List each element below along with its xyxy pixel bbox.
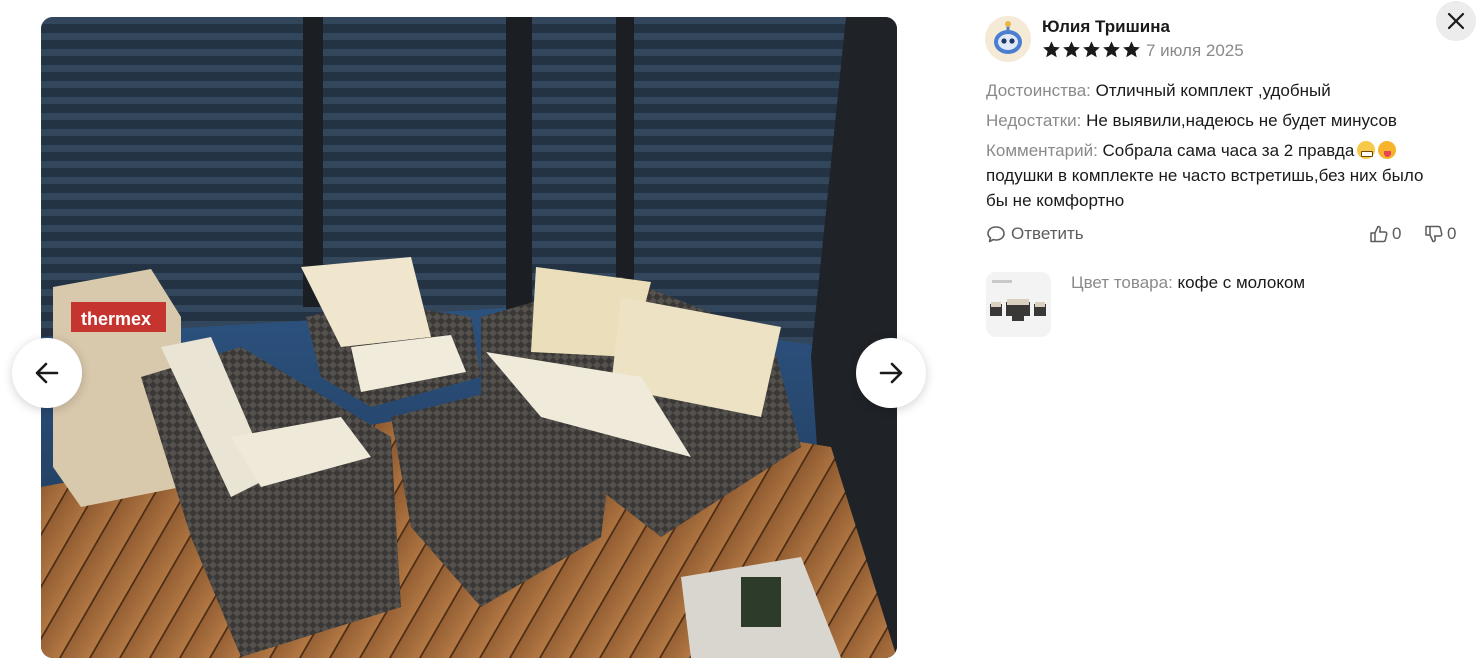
pros-text: Отличный комплект ,удобный [1090, 81, 1331, 100]
comment-text-1: Собрала сама часа за 2 правда [1097, 141, 1355, 160]
variant-value: кофе с молоком [1172, 273, 1306, 292]
comment-label: Комментарий: [986, 141, 1098, 160]
product-variant: Цвет товара: кофе с молоком [1071, 273, 1305, 293]
review-date: 7 июля 2025 [1146, 41, 1244, 60]
like-button[interactable]: 0 [1369, 224, 1401, 244]
arrow-right-icon [879, 362, 903, 384]
speech-bubble-icon [987, 226, 1005, 243]
box-brand-text: thermex [81, 309, 151, 329]
star-icon [1063, 41, 1080, 58]
reply-label: Ответить [1011, 224, 1084, 243]
pros-label: Достоинства: [986, 81, 1091, 100]
review-comment: Комментарий: Собрала сама часа за 2 прав… [986, 138, 1426, 213]
prev-photo-button[interactable] [12, 338, 82, 408]
review-photo[interactable]: thermex [41, 17, 897, 658]
cons-text: Не выявили,надеюсь не будет минусов [1081, 111, 1397, 130]
dislike-button[interactable]: 0 [1424, 224, 1456, 244]
product-thumbnail[interactable] [986, 272, 1051, 337]
like-count: 0 [1392, 224, 1402, 243]
rating-stars [1042, 40, 1141, 59]
variant-label: Цвет товара: [1071, 273, 1173, 292]
review-cons: Недостатки: Не выявили,надеюсь не будет … [986, 108, 1426, 133]
arrow-left-icon [35, 362, 59, 384]
star-icon [1043, 41, 1060, 58]
close-button[interactable] [1436, 1, 1476, 41]
next-photo-button[interactable] [856, 338, 926, 408]
thumbs-down-icon [1425, 225, 1443, 243]
cons-label: Недостатки: [986, 111, 1082, 130]
review-photo-image: thermex [41, 17, 897, 658]
grimacing-face-emoji-icon [1357, 141, 1376, 159]
reply-button[interactable]: Ответить [986, 224, 1084, 244]
tongue-face-emoji-icon [1378, 141, 1397, 159]
review-pros: Достоинства: Отличный комплект ,удобный [986, 78, 1426, 103]
star-icon [1083, 41, 1100, 58]
product-thumbnail-image [986, 272, 1051, 337]
close-icon [1447, 12, 1465, 30]
author-avatar[interactable] [985, 16, 1031, 62]
author-name[interactable]: Юлия Тришина [1042, 17, 1170, 37]
dislike-count: 0 [1447, 224, 1457, 243]
star-icon [1103, 41, 1120, 58]
comment-text-2: подушки в комплекте не часто встретишь,б… [986, 166, 1424, 210]
star-icon [1123, 41, 1140, 58]
robot-avatar-icon [985, 16, 1031, 62]
thumbs-up-icon [1370, 225, 1388, 243]
